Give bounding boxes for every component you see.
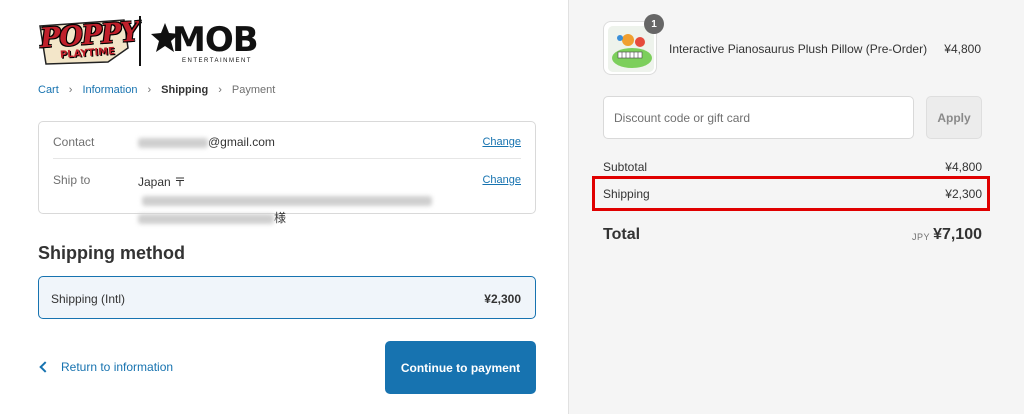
- total-row: Total JPY ¥7,100: [603, 225, 982, 247]
- entertainment-logo-text: ENTERTAINMENT: [182, 58, 252, 64]
- return-to-information-link[interactable]: Return to information: [38, 360, 173, 374]
- shipping-method-title: Shipping method: [38, 243, 185, 263]
- shipping-method-name: Shipping (Intl): [51, 292, 126, 306]
- quantity-badge: 1: [644, 14, 664, 34]
- subtotal-value: ¥4,800: [945, 160, 982, 174]
- total-value: ¥7,100: [933, 226, 982, 243]
- shipping-highlight-box: [592, 176, 990, 211]
- currency-code: JPY: [911, 232, 930, 242]
- redacted-address-line2: [138, 213, 274, 224]
- shipping-method-option[interactable]: Shipping (Intl) ¥2,300: [38, 276, 536, 319]
- product-thumbnail: 1: [603, 14, 664, 75]
- product-price: ¥4,800: [944, 42, 981, 56]
- redacted-address-line1: [142, 195, 432, 206]
- subtotal-label: Subtotal: [603, 160, 648, 174]
- breadcrumb-information[interactable]: Information: [82, 84, 137, 96]
- breadcrumb-payment: Payment: [231, 84, 276, 96]
- redacted-email: [138, 137, 208, 148]
- logo-divider: [139, 16, 141, 66]
- apply-discount-button[interactable]: Apply: [926, 96, 982, 139]
- contact-value: @gmail.com: [138, 135, 275, 149]
- discount-code-input[interactable]: [603, 96, 914, 139]
- checkout-main: POPPY PLAYTIME MOB ENTERTAINMENT Cart › …: [0, 0, 568, 414]
- product-image: [608, 26, 654, 72]
- breadcrumb-shipping: Shipping: [161, 84, 209, 96]
- change-contact-link[interactable]: Change: [482, 136, 521, 148]
- change-address-link[interactable]: Change: [482, 174, 521, 186]
- mob-logo-text: MOB: [172, 20, 259, 60]
- ship-to-value: Japan 〒様: [138, 173, 478, 227]
- contact-row: Contact @gmail.com Change: [53, 122, 521, 159]
- mob-entertainment-logo: MOB ENTERTAINMENT: [150, 16, 259, 68]
- chevron-left-icon: [39, 361, 51, 373]
- poppy-playtime-logo: POPPY PLAYTIME: [38, 17, 140, 66]
- return-label: Return to information: [61, 360, 174, 374]
- chevron-right-icon: ›: [68, 84, 73, 96]
- breadcrumb: Cart › Information › Shipping › Payment: [38, 84, 275, 96]
- shipping-method-price: ¥2,300: [484, 292, 521, 306]
- chevron-right-icon: ›: [147, 84, 152, 96]
- chevron-right-icon: ›: [218, 84, 222, 96]
- ship-to-row: Ship to Japan 〒様 Change: [53, 159, 521, 225]
- continue-to-payment-button[interactable]: Continue to payment: [385, 341, 536, 394]
- breadcrumb-cart[interactable]: Cart: [38, 84, 59, 96]
- store-logo[interactable]: POPPY PLAYTIME MOB ENTERTAINMENT: [38, 16, 259, 68]
- ship-to-label: Ship to: [53, 173, 91, 187]
- review-box: Contact @gmail.com Change Ship to Japan …: [38, 121, 536, 225]
- contact-label: Contact: [53, 135, 95, 149]
- product-name: Interactive Pianosaurus Plush Pillow (Pr…: [669, 42, 928, 56]
- total-label: Total: [603, 226, 641, 243]
